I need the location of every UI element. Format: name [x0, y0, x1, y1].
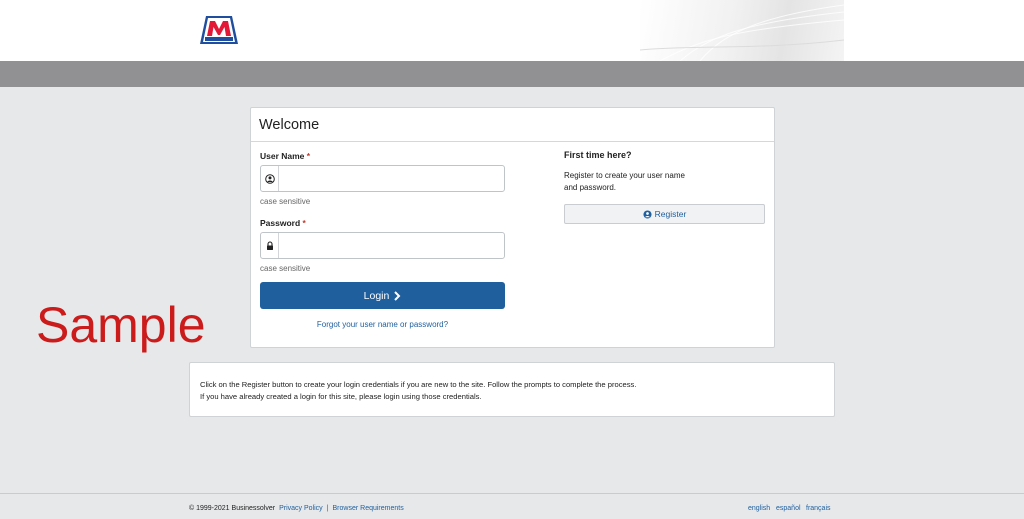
language-english-link[interactable]: english: [748, 505, 770, 512]
copyright-text: © 1999-2021 Businessolver: [189, 505, 276, 512]
login-panel: Welcome User Name * case sensitive Passw…: [250, 107, 775, 348]
footer: © 1999-2021 Businessolver Privacy Policy…: [189, 505, 404, 512]
footer-separator: |: [326, 505, 329, 512]
language-espanol-link[interactable]: español: [776, 505, 801, 512]
navigation-bar: [0, 61, 1024, 87]
footer-divider: [0, 493, 1024, 494]
username-input[interactable]: [280, 166, 502, 191]
required-mark: *: [302, 218, 306, 228]
login-button[interactable]: Login: [260, 282, 505, 309]
username-hint: case sensitive: [260, 197, 311, 206]
first-time-heading: First time here?: [564, 150, 632, 160]
language-francais-link[interactable]: français: [806, 505, 831, 512]
marathon-logo[interactable]: [198, 14, 240, 46]
password-label-text: Password: [260, 218, 301, 228]
register-button-label: Register: [654, 209, 687, 219]
register-button[interactable]: Register: [564, 204, 765, 224]
browser-requirements-link[interactable]: Browser Requirements: [333, 505, 404, 512]
register-description: Register to create your user name and pa…: [564, 171, 685, 192]
forgot-credentials-link[interactable]: Forgot your user name or password?: [260, 320, 505, 329]
password-input[interactable]: [280, 233, 502, 258]
login-button-label: Login: [363, 289, 390, 302]
username-label-text: User Name: [260, 151, 305, 161]
info-text: Click on the Register button to create y…: [200, 380, 637, 401]
password-hint: case sensitive: [260, 264, 311, 273]
password-field: [260, 232, 505, 259]
info-box: Click on the Register button to create y…: [189, 362, 835, 417]
sample-watermark: Sample: [36, 297, 206, 353]
lock-icon: [261, 233, 279, 258]
page-header: [0, 0, 1024, 61]
user-circle-icon: [643, 209, 652, 219]
password-label: Password *: [260, 218, 306, 228]
panel-divider: [251, 141, 774, 142]
required-mark: *: [306, 151, 311, 161]
panel-title: Welcome: [259, 117, 320, 133]
header-right-area: [844, 0, 1024, 61]
user-circle-icon: [261, 166, 279, 191]
username-field: [260, 165, 505, 192]
privacy-policy-link[interactable]: Privacy Policy: [279, 505, 323, 512]
chevron-right-icon: [394, 290, 401, 301]
header-wave-decoration: [640, 0, 844, 61]
username-label: User Name *: [260, 151, 310, 161]
